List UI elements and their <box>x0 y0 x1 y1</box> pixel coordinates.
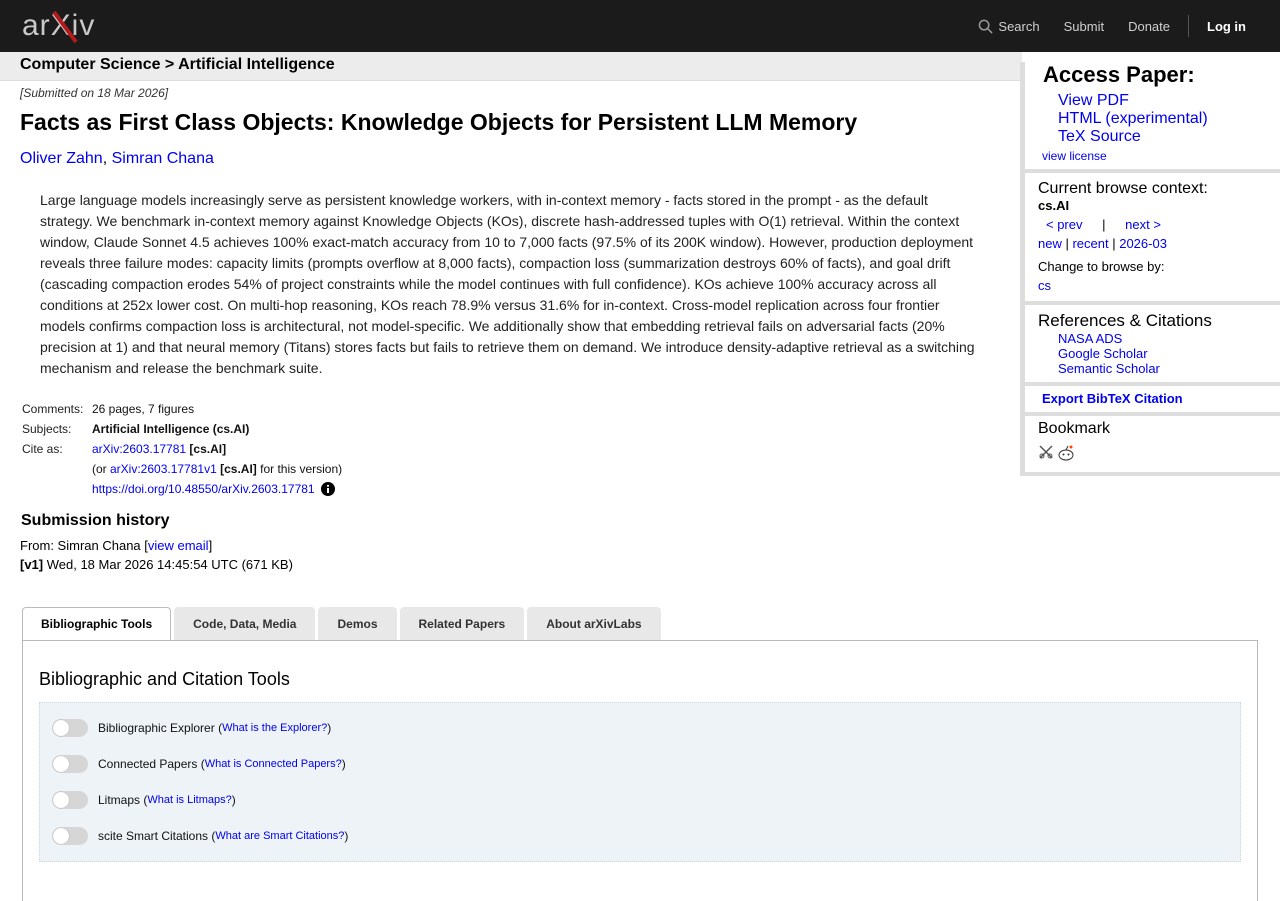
tool-label: Bibliographic Explorer <box>98 721 215 735</box>
cite-id-link[interactable]: arXiv:2603.17781 <box>92 442 186 456</box>
nav-divider <box>1188 15 1189 37</box>
html-link[interactable]: HTML (experimental) <box>1058 110 1280 128</box>
submitted-date: [Submitted on 18 Mar 2026] <box>20 86 169 100</box>
labs-tabs: Bibliographic Tools Code, Data, Media De… <box>22 607 664 643</box>
tools-list: Bibliographic Explorer (What is the Expl… <box>39 702 1241 862</box>
cite-category: [cs.AI] <box>189 442 227 456</box>
bibsonomy-icon[interactable] <box>1038 444 1054 460</box>
paper-metadata: Comments: 26 pages, 7 figures Subjects: … <box>22 399 342 499</box>
connected-papers-toggle[interactable] <box>52 755 88 773</box>
svg-text:arXiv: arXiv <box>22 9 95 42</box>
donate-link[interactable]: Donate <box>1128 19 1170 34</box>
cite-label: Cite as: <box>22 442 63 456</box>
tool-item: scite Smart Citations (What are Smart Ci… <box>40 818 1240 854</box>
access-paper-box: Access Paper: View PDF HTML (experimenta… <box>1020 62 1280 173</box>
tab-code-data-media[interactable]: Code, Data, Media <box>174 607 316 640</box>
comments-label: Comments: <box>22 402 84 416</box>
nasa-ads-link[interactable]: NASA ADS <box>1058 331 1280 346</box>
google-scholar-link[interactable]: Google Scholar <box>1058 346 1280 361</box>
tool-help-link[interactable]: What is Litmaps? <box>147 794 231 806</box>
search-icon <box>979 19 993 34</box>
bookmark-box: Bookmark <box>1020 416 1280 476</box>
recent-link[interactable]: recent <box>1072 236 1108 251</box>
history-title: Submission history <box>21 512 170 529</box>
submit-link[interactable]: Submit <box>1064 19 1104 34</box>
change-browse-label: Change to browse by: <box>1038 259 1165 274</box>
browse-context-box: Current browse context: cs.AI < prev | n… <box>1020 173 1280 305</box>
semantic-scholar-link[interactable]: Semantic Scholar <box>1058 361 1280 376</box>
login-link[interactable]: Log in <box>1207 19 1246 34</box>
litmaps-toggle[interactable] <box>52 791 88 809</box>
author-link[interactable]: Oliver Zahn <box>20 150 103 167</box>
author-list: Oliver Zahn, Simran Chana <box>20 150 214 167</box>
tool-help-link[interactable]: What is Connected Papers? <box>205 758 342 770</box>
submission-history: Submission history From: Simran Chana [v… <box>20 512 293 574</box>
version-link[interactable]: arXiv:2603.17781v1 <box>110 462 217 476</box>
version-prefix: (or <box>92 462 110 476</box>
context-label: Current browse context: <box>1038 180 1208 197</box>
tool-label: scite Smart Citations <box>98 829 209 843</box>
bibliographic-explorer-toggle[interactable] <box>52 719 88 737</box>
paper-main: [Submitted on 18 Mar 2026] Facts as Firs… <box>20 86 980 379</box>
arxiv-logo[interactable]: arXiv <box>22 8 114 44</box>
browse-cs-link[interactable]: cs <box>1038 278 1051 293</box>
subjects-value: Artificial Intelligence (cs.AI) <box>92 422 250 436</box>
references-box: References & Citations NASA ADS Google S… <box>1020 305 1280 386</box>
version-suffix: for this version) <box>256 462 343 476</box>
comments-value: 26 pages, 7 figures <box>92 402 195 416</box>
search-label: Search <box>998 18 1040 34</box>
tool-item: Litmaps (What is Litmaps?) <box>40 782 1240 818</box>
breadcrumb: Computer Science > Artificial Intelligen… <box>0 52 1022 81</box>
refs-title: References & Citations <box>1038 311 1212 330</box>
export-box: Export BibTeX Citation <box>1020 386 1280 416</box>
history-version: [v1] Wed, 18 Mar 2026 14:45:54 UTC (671 … <box>20 557 293 572</box>
tab-related-papers[interactable]: Related Papers <box>399 607 525 640</box>
scite-toggle[interactable] <box>52 827 88 845</box>
version-tag[interactable]: [v1] <box>20 557 43 572</box>
bookmark-title: Bookmark <box>1038 420 1111 437</box>
tool-item: Bibliographic Explorer (What is the Expl… <box>40 710 1240 746</box>
sidebar: Access Paper: View PDF HTML (experimenta… <box>1020 52 1280 476</box>
subjects-label: Subjects: <box>22 422 72 436</box>
new-link[interactable]: new <box>1038 236 1062 251</box>
tools-title: Bibliographic and Citation Tools <box>39 669 290 689</box>
abstract: Large language models increasingly serve… <box>40 192 975 376</box>
tab-about-arxivlabs[interactable]: About arXivLabs <box>527 607 661 640</box>
tab-panel: Bibliographic and Citation Tools Bibliog… <box>22 640 1258 901</box>
month-link[interactable]: 2026-03 <box>1119 236 1167 251</box>
view-license-link[interactable]: view license <box>1042 149 1280 169</box>
version-category: [cs.AI] <box>220 462 257 476</box>
paper-title: Facts as First Class Objects: Knowledge … <box>20 109 858 135</box>
breadcrumb-text[interactable]: Computer Science > Artificial Intelligen… <box>20 56 335 74</box>
export-bibtex-link[interactable]: Export BibTeX Citation <box>1042 391 1183 406</box>
next-link[interactable]: next > <box>1125 217 1161 232</box>
reddit-icon[interactable] <box>1057 444 1075 462</box>
context-category: cs.AI <box>1038 198 1070 213</box>
tool-item: Connected Papers (What is Connected Pape… <box>40 746 1240 782</box>
author-link[interactable]: Simran Chana <box>112 150 214 167</box>
tool-help-link[interactable]: What are Smart Citations? <box>215 830 344 842</box>
tool-help-link[interactable]: What is the Explorer? <box>222 722 327 734</box>
view-email-link[interactable]: view email <box>148 538 209 553</box>
info-icon[interactable] <box>320 482 335 496</box>
tab-bibliographic-tools[interactable]: Bibliographic Tools <box>22 607 172 643</box>
prev-link[interactable]: < prev <box>1046 217 1083 232</box>
tool-label: Connected Papers <box>98 757 198 771</box>
tab-demos[interactable]: Demos <box>318 607 397 640</box>
search-button[interactable]: Search <box>978 18 1040 34</box>
top-navigation-bar: arXiv Search Submit Donate Log in <box>0 0 1280 52</box>
access-title: Access Paper: <box>1043 62 1195 87</box>
view-pdf-link[interactable]: View PDF <box>1058 92 1280 110</box>
doi-link[interactable]: https://doi.org/10.48550/arXiv.2603.1778… <box>92 479 315 499</box>
tool-label: Litmaps <box>98 793 141 807</box>
history-from: From: Simran Chana [view email] <box>20 538 213 553</box>
tex-source-link[interactable]: TeX Source <box>1058 128 1280 146</box>
